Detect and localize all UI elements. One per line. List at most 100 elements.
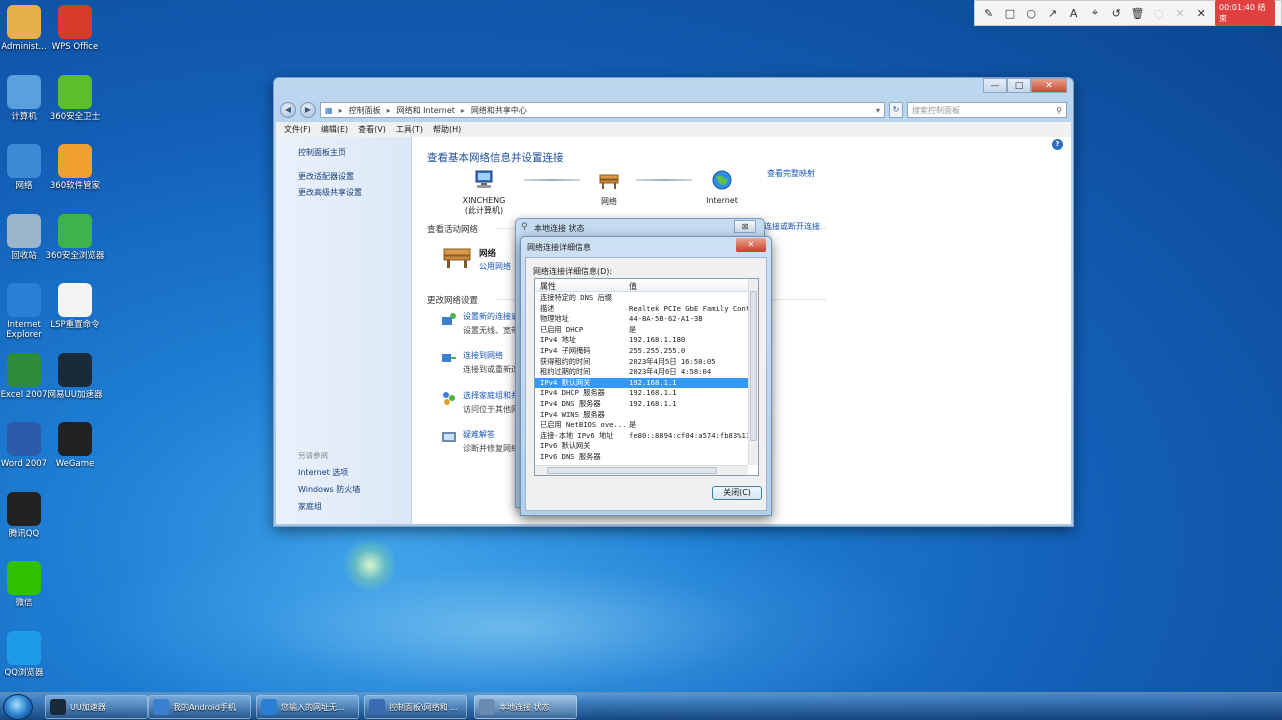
eye-icon[interactable]: ◌ — [1151, 7, 1166, 20]
scrollbar-thumb[interactable] — [750, 291, 757, 441]
desktop-icon[interactable]: 微信 — [0, 561, 54, 608]
menu-item[interactable]: 工具(T) — [396, 124, 423, 135]
taskbar-item[interactable]: 您输入的网址无... — [256, 695, 359, 719]
pencil-icon[interactable]: ✎ — [981, 7, 996, 20]
column-property[interactable]: 属性 — [540, 281, 556, 292]
table-row[interactable]: 连接-本地 IPv6 地址 fe80::8894:cf04:a574:fb83%1… — [535, 431, 748, 442]
rect-icon[interactable]: □ — [1002, 7, 1017, 20]
table-row[interactable]: IPv4 DHCP 服务器 192.168.1.1 — [535, 388, 748, 399]
close-icon[interactable]: ✕ — [1194, 7, 1209, 20]
row-value: 192.168.1.180 — [629, 335, 686, 345]
row-property: IPv6 默认网关 — [540, 441, 591, 451]
row-value: 192.168.1.1 — [629, 377, 677, 387]
row-value: fe80::8894:cf04:a574:fb83%11 — [629, 430, 748, 440]
table-row[interactable]: IPv4 DNS 服务器 192.168.1.1 — [535, 399, 748, 410]
search-placeholder: 搜索控制面板 — [912, 105, 960, 115]
taskbar-item[interactable]: 控制面板\网络和 ... — [364, 695, 467, 719]
table-row[interactable]: IPv4 子网掩码 255.255.255.0 — [535, 346, 748, 357]
chevron-down-icon[interactable]: ▾ — [876, 106, 880, 115]
circle-icon[interactable]: ○ — [1024, 7, 1039, 20]
link-firewall[interactable]: Windows 防火墙 — [298, 484, 360, 495]
breadcrumb-root[interactable]: 控制面板 — [349, 105, 381, 116]
table-row[interactable]: 描述 Realtek PCIe GbE Family Contro — [535, 304, 748, 315]
taskbar-item[interactable]: UU加速器 — [45, 695, 148, 719]
search-input[interactable]: 搜索控制面板 ⚲ — [907, 102, 1067, 118]
taskbar-item-label: 本地连接 状态 — [499, 702, 550, 712]
close-button[interactable]: ✕ — [1031, 78, 1067, 93]
desktop-icon[interactable]: WeGame — [45, 422, 105, 469]
link-adapter-settings[interactable]: 更改适配器设置 — [298, 171, 354, 182]
menu-item[interactable]: 帮助(H) — [433, 124, 461, 135]
table-row[interactable]: IPv4 默认网关 192.168.1.1 — [535, 377, 748, 389]
qq-browser-icon — [7, 630, 41, 665]
table-row[interactable]: 获得租约的时间 2023年4月5日 16:58:05 — [535, 357, 748, 368]
row-property: 物理地址 — [540, 314, 569, 324]
refresh-button[interactable]: ↻ — [889, 102, 903, 118]
undo-icon[interactable]: ↺ — [1109, 7, 1124, 20]
details-label: 网络连接详细信息(D): — [533, 267, 613, 276]
arrow-icon[interactable]: ↗ — [1045, 7, 1060, 20]
details-list[interactable]: 属性 值 连接特定的 DNS 后缀 描述 Realtek PCIe GbE Fami… — [534, 278, 759, 476]
desktop-icon[interactable]: 网易UU加速器 — [45, 352, 105, 400]
link-view-full-map[interactable]: 查看完整映射 — [767, 168, 815, 179]
row-property: IPv4 DHCP 服务器 — [540, 388, 605, 398]
desktop-icon[interactable]: LSP重置命令 — [45, 283, 105, 330]
table-row[interactable]: 已启用 NetBIOS ove... 是 — [535, 420, 748, 431]
desktop-icon-label: LSP重置命令 — [50, 320, 100, 330]
desktop-icon[interactable]: QQ浏览器 — [0, 630, 54, 678]
close-details-button[interactable]: 关闭(C) — [712, 486, 762, 500]
connection-details-dialog: 网络连接详细信息 ✕ 网络连接详细信息(D): 属性 值 连接特定的 DNS 后… — [520, 236, 772, 516]
details-dialog-close-button[interactable]: ✕ — [736, 238, 766, 252]
horizontal-scrollbar[interactable] — [535, 465, 748, 475]
menu-item[interactable]: 编辑(E) — [321, 124, 348, 135]
status-dialog-close-button[interactable]: ⊠ — [734, 220, 756, 233]
address-bar[interactable]: ▦ ▸ 控制面板 ▸ 网络和 Internet ▸ 网络和共享中心 ▾ — [320, 102, 885, 118]
row-value: 2023年4月6日 4:58:04 — [629, 367, 712, 377]
link-homegroup[interactable]: 家庭组 — [298, 501, 322, 512]
table-row[interactable]: IPv6 默认网关 — [535, 441, 748, 452]
desktop-icon[interactable]: WPS Office — [45, 5, 105, 52]
help-icon[interactable]: ? — [1052, 139, 1063, 150]
record-stop-button[interactable]: 00:01:40 结束 — [1215, 0, 1275, 26]
table-row[interactable]: 物理地址 44-8A-5B-62-A1-3B — [535, 314, 748, 325]
desktop-icon[interactable]: 腾讯QQ — [0, 491, 54, 539]
scrollbar-thumb[interactable] — [547, 467, 717, 474]
table-row[interactable]: IPv6 DNS 服务器 — [535, 452, 748, 463]
table-row[interactable]: 连接特定的 DNS 后缀 — [535, 293, 748, 304]
taskbar-item[interactable]: 本地连接 状态 — [474, 695, 577, 719]
menu-item[interactable]: 查看(V) — [358, 124, 386, 135]
back-button[interactable]: ◀ — [280, 102, 296, 118]
link-sharing-settings[interactable]: 更改高级共享设置 — [298, 187, 362, 198]
text-icon[interactable]: A — [1066, 7, 1081, 20]
table-row[interactable]: 租约过期的时间 2023年4月6日 4:58:04 — [535, 367, 748, 378]
start-button[interactable] — [3, 694, 33, 720]
table-row[interactable]: IPv4 地址 192.168.1.180 — [535, 335, 748, 346]
maximize-button[interactable]: □ — [1007, 78, 1031, 93]
trash-icon[interactable]: 🗑 — [1130, 7, 1145, 20]
desktop-icon[interactable]: 360安全浏览器 — [45, 213, 105, 261]
forward-button[interactable]: ▶ — [300, 102, 316, 118]
breadcrumb-level3[interactable]: 网络和共享中心 — [471, 105, 527, 116]
link-control-panel-home[interactable]: 控制面板主页 — [298, 147, 346, 158]
desktop-icon[interactable]: 360安全卫士 — [45, 74, 105, 122]
link-internet-options[interactable]: Internet 选项 — [298, 467, 348, 478]
desktop-icon-label: 微信 — [15, 598, 33, 608]
minimize-button[interactable]: — — [983, 78, 1007, 93]
desktop-icon[interactable]: 360软件管家 — [45, 144, 105, 191]
globe-icon — [712, 170, 732, 190]
desktop-icon-label: 360软件管家 — [49, 181, 101, 191]
vertical-scrollbar[interactable] — [748, 279, 758, 465]
taskbar-item-label: 您输入的网址无... — [281, 702, 345, 712]
link-network-type[interactable]: 公用网络 — [479, 261, 511, 272]
network-name: 网络 — [601, 197, 617, 206]
row-property: 租约过期的时间 — [540, 367, 591, 377]
marker-icon[interactable]: ⌖ — [1087, 6, 1102, 20]
table-row[interactable]: 已启用 DHCP 是 — [535, 325, 748, 336]
breadcrumb-level2[interactable]: 网络和 Internet — [397, 105, 455, 116]
taskbar-item[interactable]: 我的Android手机 — [148, 695, 251, 719]
column-value[interactable]: 值 — [629, 281, 637, 292]
table-row[interactable]: IPv4 WINS 服务器 — [535, 410, 748, 421]
menu-item[interactable]: 文件(F) — [284, 124, 311, 135]
link-connect-disconnect[interactable]: 连接或断开连接 — [764, 221, 820, 232]
cross-icon[interactable]: ✕ — [1172, 7, 1187, 20]
